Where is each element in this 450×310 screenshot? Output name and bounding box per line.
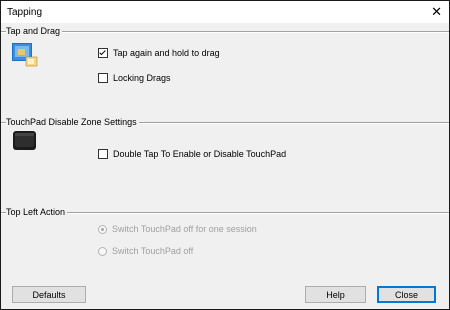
radio-option-off-one-session[interactable]: Switch TouchPad off for one session (98, 224, 257, 234)
section-title-disable-zone: TouchPad Disable Zone Settings (6, 117, 139, 127)
option-locking-drags[interactable]: Locking Drags (98, 73, 171, 83)
section-divider (1, 212, 449, 214)
checkbox-locking-drags[interactable] (98, 73, 108, 83)
radio-off[interactable] (98, 246, 107, 256)
radio-option-off[interactable]: Switch TouchPad off (98, 246, 193, 256)
section-title-tap-and-drag: Tap and Drag (6, 26, 63, 36)
close-button[interactable]: Close (377, 286, 436, 303)
option-label: Double Tap To Enable or Disable TouchPad (113, 149, 287, 159)
touchpad-tap-icon (12, 43, 38, 67)
radio-off-one-session[interactable] (98, 224, 107, 234)
option-tap-hold-drag[interactable]: Tap again and hold to drag (98, 48, 220, 58)
window-title: Tapping (7, 7, 43, 18)
option-double-tap-toggle[interactable]: Double Tap To Enable or Disable TouchPad (98, 149, 286, 159)
tapping-dialog: Tapping ✕ Tap and Drag Tap again and hol… (0, 0, 450, 310)
section-title-top-left-action: Top Left Action (6, 207, 68, 217)
checkbox-tap-hold-drag[interactable] (98, 48, 108, 58)
close-icon[interactable]: ✕ (431, 4, 442, 20)
option-label: Tap again and hold to drag (113, 48, 220, 58)
option-label: Switch TouchPad off (112, 246, 194, 256)
touchpad-device-icon (12, 129, 38, 153)
option-label: Locking Drags (113, 73, 171, 83)
option-label: Switch TouchPad off for one session (112, 224, 257, 234)
defaults-button[interactable]: Defaults (12, 286, 86, 303)
help-button[interactable]: Help (305, 286, 366, 303)
title-bar: Tapping ✕ (1, 1, 449, 23)
checkbox-double-tap-toggle[interactable] (98, 149, 108, 159)
section-divider (1, 31, 449, 33)
